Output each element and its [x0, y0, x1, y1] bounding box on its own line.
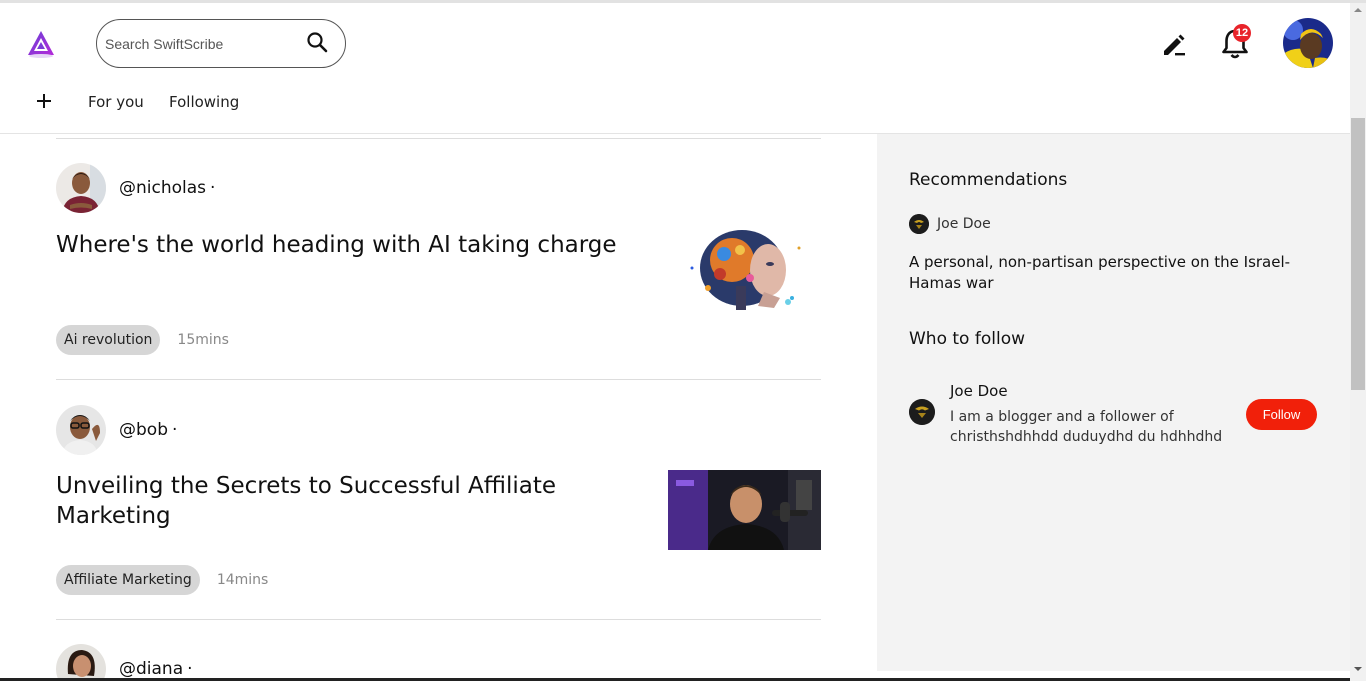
write-pencil-icon[interactable]: [1160, 31, 1188, 59]
who-to-follow-heading: Who to follow: [909, 329, 1025, 349]
suggested-user-bio: I am a blogger and a follower of christh…: [950, 409, 1223, 445]
article-card[interactable]: @bob · Unveiling the Secrets to Successf…: [56, 405, 821, 620]
author-avatar: [909, 214, 929, 234]
notification-count-badge: 12: [1233, 24, 1251, 42]
scroll-up-arrow-icon[interactable]: [1354, 8, 1362, 12]
author-avatar[interactable]: [56, 644, 106, 681]
author-avatar[interactable]: [56, 405, 106, 455]
article-divider: [56, 619, 821, 620]
article-card[interactable]: @diana ·: [56, 644, 821, 681]
author-handle[interactable]: @nicholas: [119, 178, 206, 198]
search-icon[interactable]: [305, 30, 329, 54]
article-divider: [56, 379, 821, 380]
read-time: 15mins: [177, 332, 229, 348]
article-title[interactable]: Unveiling the Secrets to Successful Affi…: [56, 471, 646, 531]
article-thumbnail[interactable]: [668, 470, 821, 550]
topic-tag[interactable]: Affiliate Marketing: [56, 565, 200, 595]
top-navbar: 12 For you Following: [0, 3, 1350, 134]
separator-dot: ·: [187, 659, 193, 679]
separator-dot: ·: [210, 178, 216, 198]
author-handle[interactable]: @bob: [119, 420, 168, 440]
article-card[interactable]: @nicholas · Where's the world heading wi…: [56, 163, 821, 380]
tab-for-you[interactable]: For you: [88, 93, 144, 111]
author-row: @nicholas ·: [56, 163, 215, 213]
scroll-down-arrow-icon[interactable]: [1354, 667, 1362, 671]
topic-tag[interactable]: Ai revolution: [56, 325, 161, 355]
article-thumbnail[interactable]: [684, 228, 804, 310]
read-time: 14mins: [216, 572, 269, 588]
author-handle[interactable]: @diana: [119, 659, 183, 679]
suggested-user-name[interactable]: Joe Doe: [950, 382, 1008, 400]
author-row: @diana ·: [56, 644, 193, 681]
search-bar: [96, 19, 346, 68]
follow-button[interactable]: Follow: [1246, 399, 1317, 430]
tab-following[interactable]: Following: [169, 93, 239, 111]
recommendations-heading: Recommendations: [909, 170, 1068, 190]
right-sidebar: Recommendations Joe Doe A personal, non-…: [877, 134, 1350, 671]
feed-divider: [56, 138, 821, 139]
article-meta: Ai revolution 15mins: [56, 325, 229, 355]
author-name: Joe Doe: [937, 216, 991, 232]
plus-icon[interactable]: [34, 91, 54, 111]
swiftscribe-logo-icon[interactable]: [26, 29, 56, 59]
recommended-author[interactable]: Joe Doe: [909, 214, 991, 234]
user-avatar[interactable]: [1283, 18, 1333, 68]
separator-dot: ·: [171, 420, 178, 440]
scrollbar-thumb[interactable]: [1351, 118, 1365, 390]
author-row: @bob ·: [56, 405, 177, 455]
author-avatar[interactable]: [56, 163, 106, 213]
article-meta: Affiliate Marketing 14mins: [56, 565, 268, 595]
suggested-user-avatar[interactable]: [909, 399, 935, 425]
search-input[interactable]: [105, 32, 295, 56]
recommended-article-title[interactable]: A personal, non-partisan perspective on …: [909, 252, 1309, 294]
article-title[interactable]: Where's the world heading with AI taking…: [56, 230, 656, 260]
